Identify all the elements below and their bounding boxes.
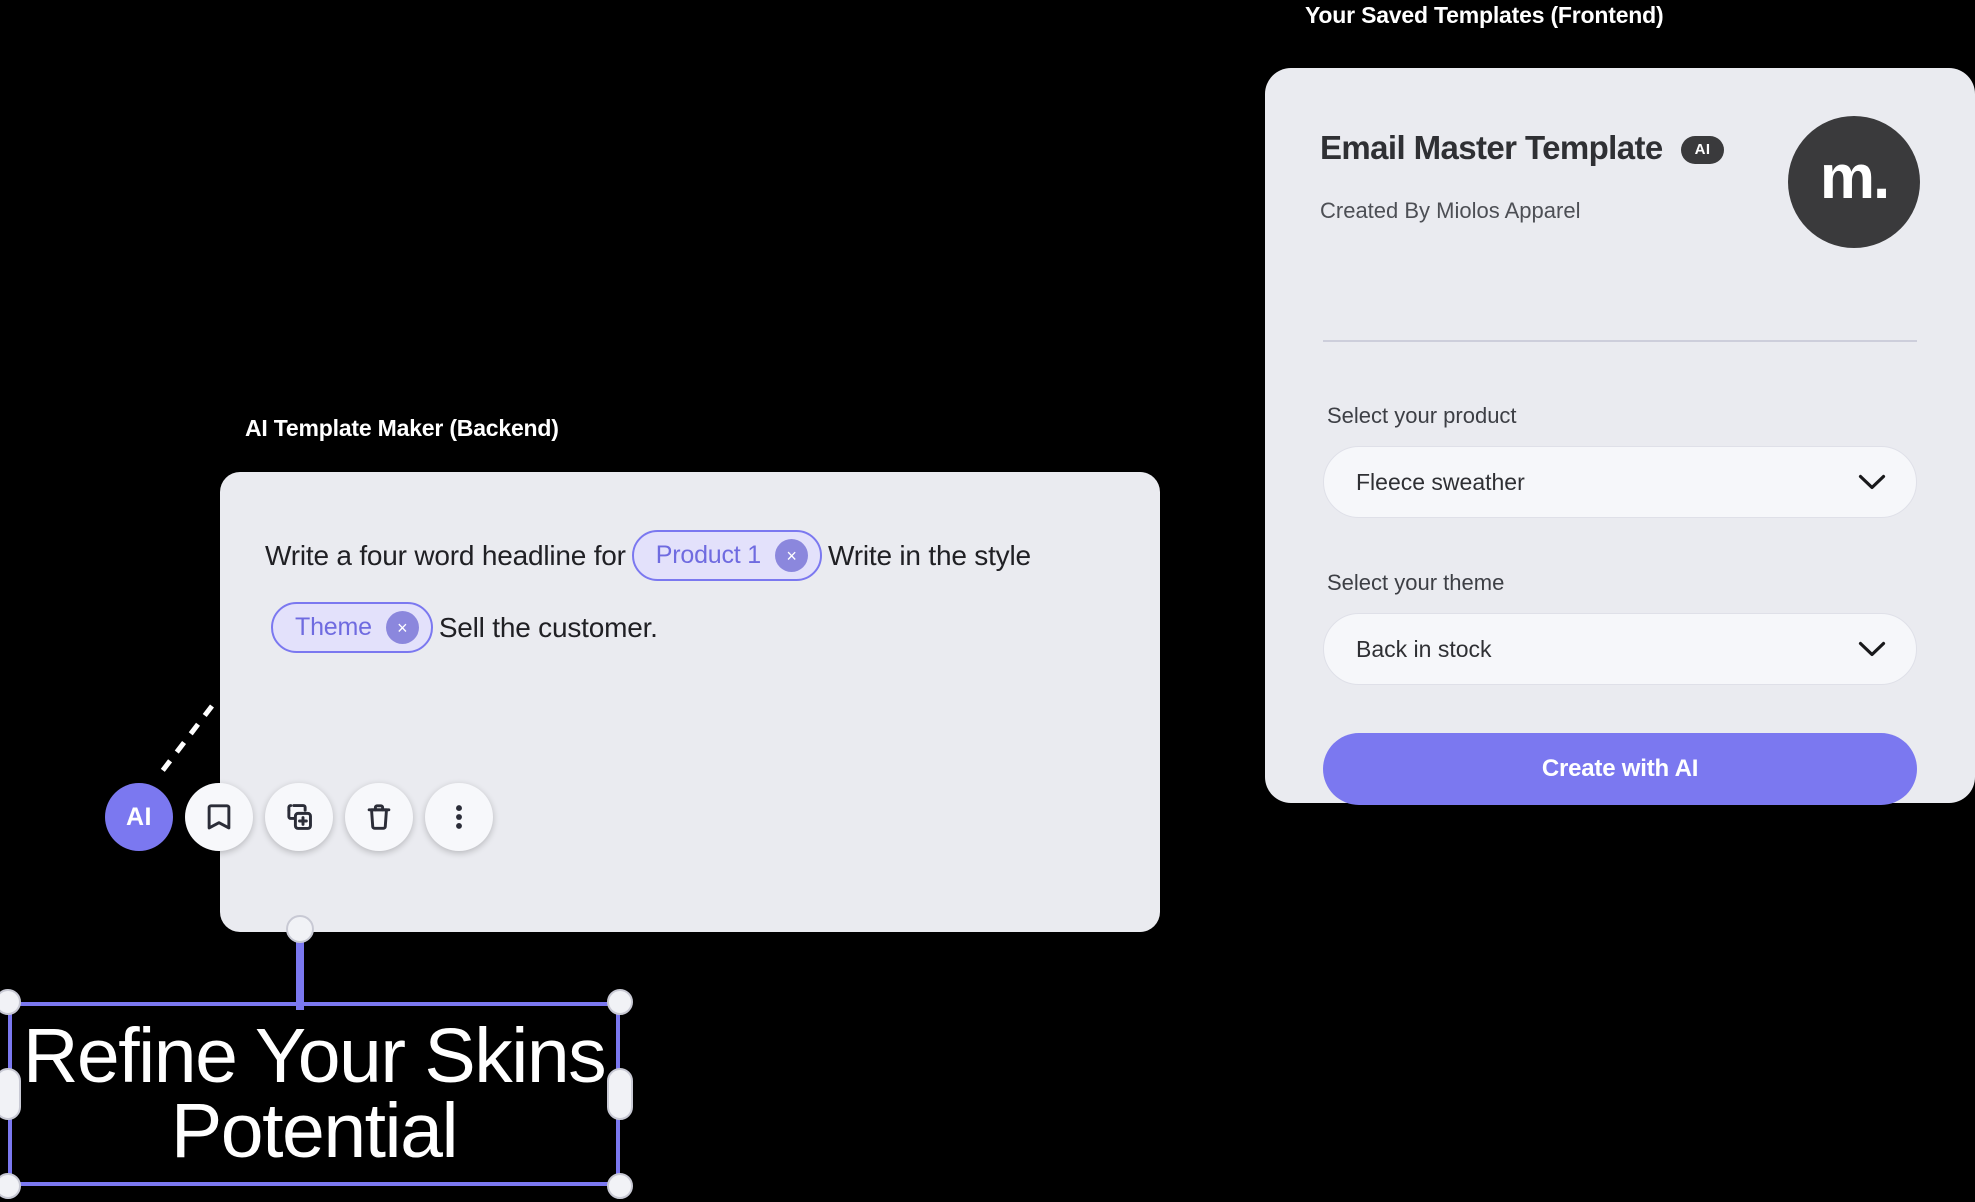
resize-handle-top-right[interactable] [607, 989, 633, 1015]
canvas: Your Saved Templates (Frontend) Email Ma… [0, 0, 1975, 1202]
theme-select[interactable]: Back in stock [1323, 613, 1917, 685]
product-chip[interactable]: Product 1 × [631, 530, 822, 582]
resize-handle-bottom-right[interactable] [607, 1173, 633, 1199]
product-chip-remove-icon[interactable]: × [775, 539, 808, 573]
theme-chip-label: Theme [295, 613, 372, 642]
resize-handle-bottom-left[interactable] [0, 1173, 21, 1199]
product-select-value: Fleece sweather [1356, 468, 1525, 495]
create-with-ai-button[interactable]: Create with AI [1323, 733, 1917, 805]
bookmark-button[interactable] [185, 783, 253, 851]
theme-select-value: Back in stock [1356, 635, 1492, 662]
prompt-segment-2: Write in the style [828, 540, 1031, 571]
prompt-editor-card[interactable]: Write a four word headline for Product 1 ×… [220, 472, 1160, 932]
product-select[interactable]: Fleece sweather [1323, 446, 1917, 518]
bookmark-icon [203, 801, 235, 833]
saved-template-card[interactable]: Email Master Template AI Created By Miol… [1265, 68, 1975, 805]
product-chip-label: Product 1 [655, 541, 761, 570]
trash-icon [363, 801, 395, 833]
backend-section-label: AI Template Maker (Backend) [245, 415, 559, 441]
selected-text-object[interactable]: Refine Your Skins Potential [8, 1002, 620, 1186]
prompt-text[interactable]: Write a four word headline for Product 1 ×… [265, 520, 1120, 664]
prompt-segment-1: Write a four word headline for [265, 540, 626, 571]
resize-handle-middle-left[interactable] [0, 1068, 21, 1120]
frontend-section-label: Your Saved Templates (Frontend) [1305, 2, 1664, 28]
more-options-button[interactable] [425, 783, 493, 851]
dashed-pointer-line [158, 704, 214, 776]
chevron-down-icon [1858, 474, 1886, 491]
theme-field-label: Select your theme [1327, 570, 1505, 595]
template-title: Email Master Template [1320, 129, 1663, 166]
divider [1323, 340, 1917, 342]
object-toolbar[interactable]: AI [105, 783, 493, 851]
theme-chip-remove-icon[interactable]: × [385, 611, 419, 645]
theme-chip[interactable]: Theme × [271, 602, 433, 654]
resize-handle-middle-right[interactable] [607, 1068, 633, 1120]
ai-badge: AI [1680, 136, 1725, 164]
brand-avatar: m. [1788, 116, 1920, 248]
ai-button[interactable]: AI [105, 783, 173, 851]
prompt-segment-3: Sell the customer. [438, 612, 658, 643]
chevron-down-icon [1858, 641, 1886, 658]
three-dots-icon [443, 801, 475, 833]
copy-add-icon [283, 801, 315, 833]
product-field-label: Select your product [1327, 403, 1517, 428]
template-author: Created By Miolos Apparel [1320, 198, 1581, 223]
delete-button[interactable] [345, 783, 413, 851]
connector-anchor-handle[interactable] [286, 915, 314, 943]
duplicate-button[interactable] [265, 783, 333, 851]
